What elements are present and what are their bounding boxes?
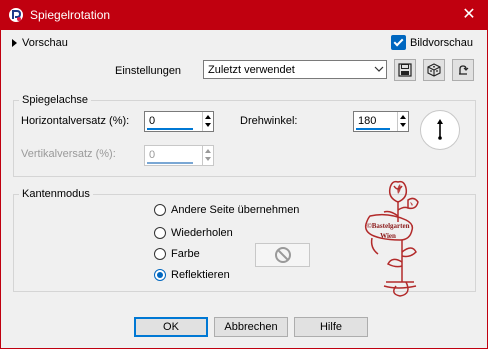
preview-label: Vorschau (22, 37, 68, 49)
save-preset-button[interactable] (394, 59, 416, 81)
radio-reflect[interactable]: Reflektieren (154, 269, 230, 281)
spin-down-icon[interactable] (400, 123, 406, 127)
reset-button[interactable] (452, 59, 474, 81)
help-button[interactable]: Hilfe (294, 317, 368, 337)
no-color-icon (274, 247, 291, 263)
spin-down-icon[interactable] (205, 123, 211, 127)
radio-reflect-label: Reflektieren (171, 269, 230, 281)
vertical-offset-stepper (202, 146, 213, 165)
radio-other-side[interactable]: Andere Seite übernehmen (154, 204, 299, 216)
horizontal-offset-value[interactable]: 0 (149, 115, 155, 127)
vertical-offset-indicator (147, 162, 193, 164)
horizontal-offset-label: Horizontalversatz (%): (21, 115, 130, 127)
randomize-icon (427, 63, 441, 77)
radio-button-selected[interactable] (154, 269, 166, 281)
rotation-indicator (356, 128, 390, 130)
watermark-line1: ©Bastelgarten (367, 222, 410, 230)
horizontal-offset-stepper[interactable] (202, 112, 213, 131)
horizontal-offset-spinner[interactable]: 0 (144, 111, 214, 132)
vertical-offset-spinner: 0 (144, 145, 214, 166)
close-icon[interactable]: ✕ (458, 5, 480, 25)
spin-up-icon (205, 149, 211, 153)
watermark-line2: Wien (380, 232, 396, 240)
flower-banner-icon: ©Bastelgarten Wien (364, 180, 419, 297)
edge-mode-title: Kantenmodus (19, 188, 93, 200)
watermark-logo: ©Bastelgarten Wien (340, 178, 440, 302)
settings-dropdown-value: Zuletzt verwendet (208, 64, 295, 76)
expand-arrow-icon (12, 39, 17, 47)
ok-button[interactable]: OK (134, 317, 208, 337)
settings-label: Einstellungen (115, 65, 182, 77)
mirror-axis-title: Spiegelachse (19, 94, 92, 106)
spin-down-icon (205, 157, 211, 161)
radio-other-side-label: Andere Seite übernehmen (171, 204, 300, 216)
rotation-value[interactable]: 180 (358, 115, 376, 127)
rotation-label: Drehwinkel: (240, 115, 298, 127)
radio-button[interactable] (154, 227, 166, 239)
save-preset-icon (398, 63, 412, 77)
preview-toggle[interactable]: Vorschau (12, 36, 68, 50)
spin-up-icon[interactable] (205, 115, 211, 119)
window-title: Spiegelrotation (30, 8, 111, 22)
radio-repeat[interactable]: Wiederholen (154, 227, 233, 239)
cancel-button[interactable]: Abbrechen (214, 317, 288, 337)
chevron-down-icon (374, 66, 384, 72)
radio-button[interactable] (154, 248, 166, 260)
vertical-offset-label: Vertikalversatz (%): (21, 148, 116, 160)
rotation-stepper[interactable] (397, 112, 408, 131)
rotation-dial-needle-icon (437, 119, 443, 140)
radio-color[interactable]: Farbe (154, 248, 200, 260)
radio-color-label: Farbe (171, 248, 200, 260)
bildvorschau-checkbox[interactable]: Bildvorschau (391, 35, 473, 50)
reset-icon (459, 65, 469, 75)
rotation-dial[interactable] (420, 110, 460, 150)
horizontal-offset-indicator (147, 128, 193, 130)
color-swatch-button (255, 243, 310, 267)
spin-up-icon[interactable] (400, 115, 406, 119)
app-icon (8, 7, 24, 23)
radio-button[interactable] (154, 204, 166, 216)
rotation-spinner[interactable]: 180 (353, 111, 409, 132)
bildvorschau-label: Bildvorschau (410, 36, 473, 49)
settings-dropdown[interactable]: Zuletzt verwendet (203, 60, 387, 79)
vertical-offset-value: 0 (149, 149, 156, 161)
radio-repeat-label: Wiederholen (171, 227, 233, 239)
randomize-button[interactable] (423, 59, 445, 81)
checkbox-checked-icon[interactable] (391, 35, 406, 50)
